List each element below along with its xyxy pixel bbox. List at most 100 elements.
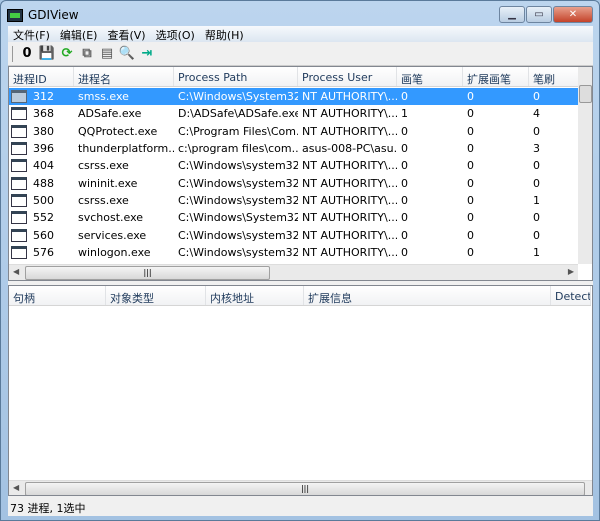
- cell-user: NT AUTHORITY\...: [302, 107, 397, 121]
- cell-id: 552: [33, 211, 54, 225]
- column-header-4[interactable]: Detect C: [551, 286, 591, 305]
- cell-path: C:\Program Files\Com...: [178, 124, 298, 138]
- cell-pen: 0: [401, 159, 408, 173]
- cell-extpen: 0: [467, 228, 474, 242]
- cell-extpen: 0: [467, 193, 474, 207]
- cell-path: C:\Windows\system32...: [178, 176, 298, 190]
- cell-extpen: 0: [467, 159, 474, 173]
- close-button[interactable]: ✕: [553, 6, 593, 23]
- cell-name: QQProtect.exe: [78, 124, 158, 138]
- cell-user: NT AUTHORITY\...: [302, 159, 397, 173]
- scroll-thumb[interactable]: |||: [25, 266, 270, 280]
- cell-brush: 0: [533, 211, 540, 225]
- process-list-header: 进程ID 进程名 Process Path Process User 画笔 扩展画笔 笔刷: [9, 67, 579, 87]
- app-icon: [7, 8, 23, 22]
- window-title: GDIView: [28, 8, 79, 22]
- minimize-button[interactable]: ▁: [499, 6, 525, 23]
- table-row[interactable]: 576 winlogon.exe C:\Windows\system32... NT …: [9, 244, 579, 261]
- scroll-left-arrow[interactable]: ◀: [13, 267, 19, 276]
- cell-name: smss.exe: [78, 90, 129, 104]
- table-row[interactable]: 552 svchost.exe C:\Windows\System32... NT A…: [9, 209, 579, 226]
- cell-pen: 0: [401, 90, 408, 104]
- cell-extpen: 0: [467, 90, 474, 104]
- scroll-left-arrow[interactable]: ◀: [13, 483, 19, 492]
- cell-name: ADSafe.exe: [78, 107, 142, 121]
- toolbar: 0 💾 ⟳ ⧉ ▤ 🔍 ⇥: [8, 42, 593, 66]
- cell-brush: 0: [533, 159, 540, 173]
- column-header-0[interactable]: 句柄: [9, 286, 106, 305]
- cell-extpen: 0: [467, 211, 474, 225]
- maximize-button[interactable]: ▭: [526, 6, 552, 23]
- column-header-4[interactable]: 画笔: [397, 67, 463, 86]
- cell-path: C:\Windows\System32...: [178, 90, 298, 104]
- cell-user: asus-008-PC\asu...: [302, 142, 397, 156]
- scroll-thumb[interactable]: [579, 85, 592, 103]
- column-header-1[interactable]: 对象类型: [106, 286, 206, 305]
- scroll-right-arrow[interactable]: ▶: [568, 267, 574, 276]
- cell-id: 380: [33, 124, 54, 138]
- cell-name: services.exe: [78, 228, 147, 242]
- table-row[interactable]: 380 QQProtect.exe C:\Program Files\Com... N…: [9, 123, 579, 140]
- table-row[interactable]: 488 wininit.exe C:\Windows\system32... NT A…: [9, 175, 579, 192]
- cell-user: NT AUTHORITY\...: [302, 211, 397, 225]
- menu-item-2[interactable]: 查看(V): [102, 26, 150, 42]
- cell-pen: 0: [401, 124, 408, 138]
- horizontal-scrollbar[interactable]: ◀ ||| ▶: [9, 264, 578, 280]
- menu-item-0[interactable]: 文件(F): [8, 26, 55, 42]
- cell-brush: 3: [533, 142, 540, 156]
- vertical-scrollbar[interactable]: [578, 67, 592, 264]
- scroll-thumb[interactable]: |||: [25, 482, 585, 495]
- column-header-3[interactable]: 扩展信息: [304, 286, 551, 305]
- zero-icon[interactable]: 0: [19, 46, 35, 62]
- table-row[interactable]: 560 services.exe C:\Windows\system32... NT …: [9, 226, 579, 243]
- menu-bar: 文件(F) 编辑(E) 查看(V) 选项(O) 帮助(H): [8, 26, 593, 42]
- table-row[interactable]: 368 ADSafe.exe D:\ADSafe\ADSafe.exe NT AUTH…: [9, 105, 579, 122]
- exit-icon[interactable]: ⇥: [139, 46, 155, 62]
- properties-icon[interactable]: ▤: [99, 46, 115, 62]
- column-header-3[interactable]: Process User: [298, 67, 397, 86]
- cell-user: NT AUTHORITY\...: [302, 228, 397, 242]
- cell-brush: 0: [533, 228, 540, 242]
- column-header-0[interactable]: 进程ID: [9, 67, 74, 86]
- column-header-2[interactable]: Process Path: [174, 67, 298, 86]
- cell-name: wininit.exe: [78, 176, 138, 190]
- process-icon: [11, 142, 27, 156]
- process-icon: [11, 228, 27, 242]
- menu-item-4[interactable]: 帮助(H): [200, 26, 249, 42]
- cell-name: thunderplatform....: [78, 142, 174, 156]
- table-row[interactable]: 312 smss.exe C:\Windows\System32... NT AUTH…: [9, 88, 579, 106]
- table-row[interactable]: 500 csrss.exe C:\Windows\system32... NT AUT…: [9, 192, 579, 209]
- horizontal-scrollbar[interactable]: ◀ |||: [9, 480, 592, 495]
- save-icon[interactable]: 💾: [39, 46, 55, 62]
- menu-item-3[interactable]: 选项(O): [151, 26, 200, 42]
- process-icon: [11, 176, 27, 190]
- menu-item-1[interactable]: 编辑(E): [55, 26, 103, 42]
- column-header-6[interactable]: 笔刷: [529, 67, 579, 86]
- handle-list[interactable]: 句柄对象类型内核地址扩展信息Detect C ◀ |||: [8, 285, 593, 496]
- window: GDIView ▁ ▭ ✕ 文件(F) 编辑(E) 查看(V) 选项(O) 帮助(H) …: [0, 0, 600, 521]
- process-icon: [11, 211, 27, 225]
- cell-brush: 0: [533, 124, 540, 138]
- cell-user: NT AUTHORITY\...: [302, 193, 397, 207]
- table-row[interactable]: 404 csrss.exe C:\Windows\system32... NT AUT…: [9, 157, 579, 174]
- process-icon: [11, 107, 27, 121]
- cell-name: csrss.exe: [78, 193, 129, 207]
- column-header-1[interactable]: 进程名: [74, 67, 174, 86]
- process-icon: [11, 90, 27, 104]
- column-header-2[interactable]: 内核地址: [206, 286, 304, 305]
- copy-icon[interactable]: ⧉: [79, 46, 95, 62]
- refresh-icon[interactable]: ⟳: [59, 46, 75, 62]
- cell-pen: 0: [401, 245, 408, 259]
- cell-extpen: 0: [467, 107, 474, 121]
- cell-pen: 1: [401, 107, 408, 121]
- cell-id: 396: [33, 142, 54, 156]
- cell-brush: 0: [533, 176, 540, 190]
- process-list[interactable]: 进程ID 进程名 Process Path Process User 画笔 扩展画笔 笔刷 …: [8, 66, 593, 281]
- handle-list-header: 句柄对象类型内核地址扩展信息Detect C: [9, 286, 591, 306]
- cell-pen: 0: [401, 228, 408, 242]
- cell-extpen: 0: [467, 176, 474, 190]
- column-header-5[interactable]: 扩展画笔: [463, 67, 529, 86]
- table-row[interactable]: 396 thunderplatform.... c:\program files\c…: [9, 140, 579, 157]
- find-icon[interactable]: 🔍: [119, 46, 135, 62]
- cell-path: C:\Windows\system32...: [178, 228, 298, 242]
